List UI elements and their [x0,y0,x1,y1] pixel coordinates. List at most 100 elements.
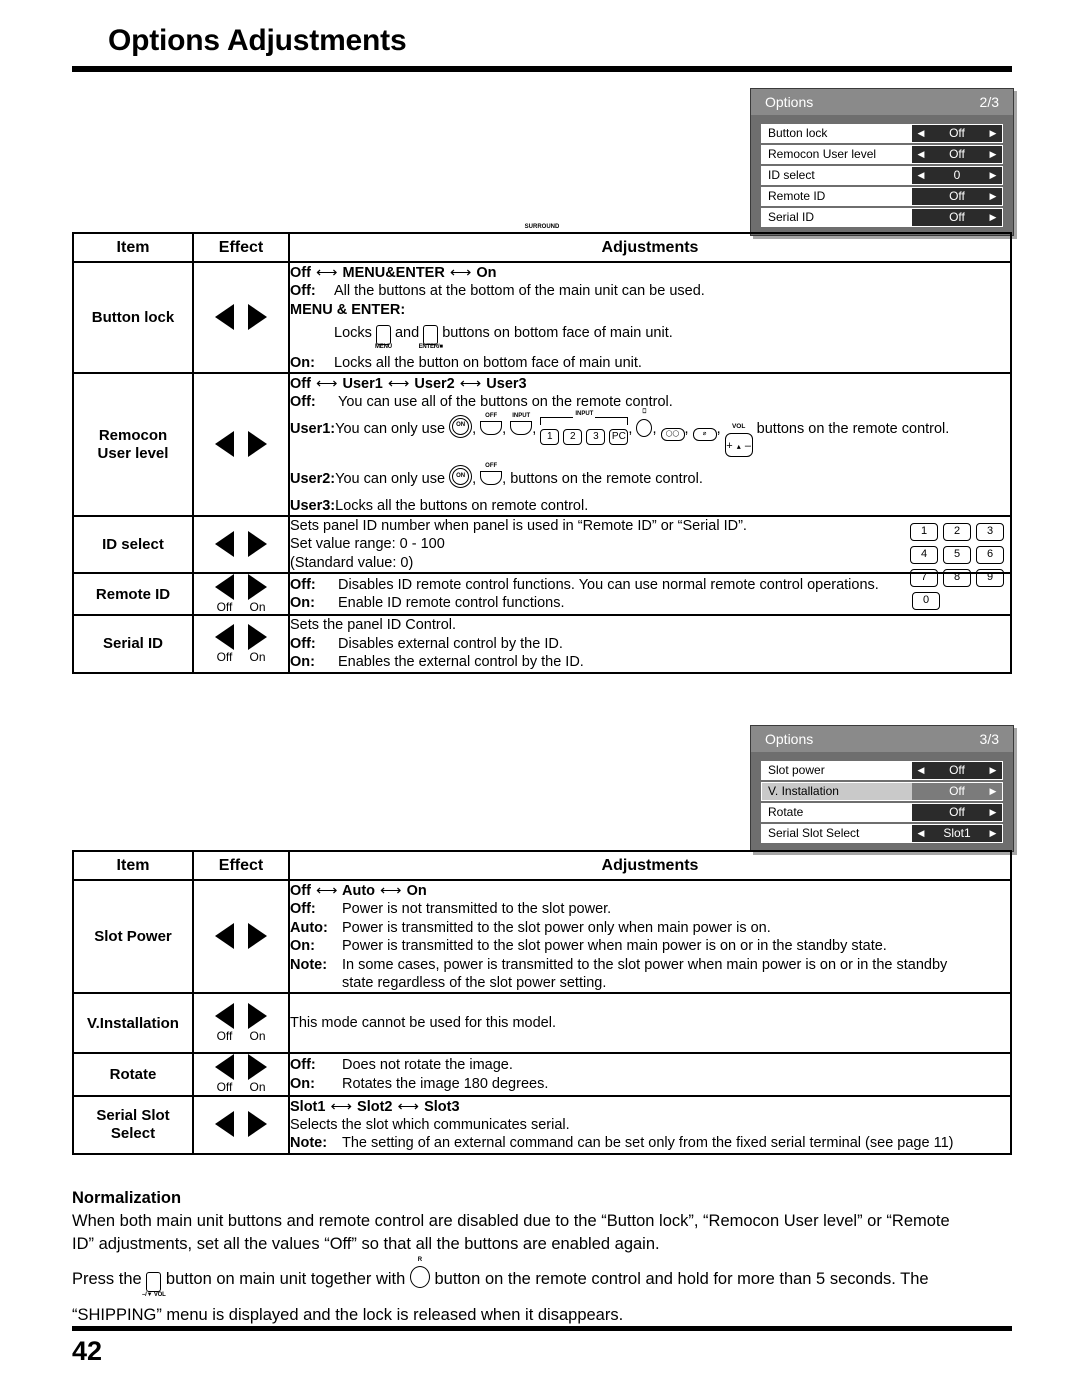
off-description: Off: Power is not transmitted to the slot… [290,900,1010,918]
mute-button-icon: ⌀ [692,427,717,441]
chain-value: On [406,883,427,899]
value-chain: Off ⟷ User1 ⟷ User2 ⟷ User3 [290,375,527,393]
osd-row-value-box[interactable]: Off ▶ [912,188,1002,205]
row-item-label: V.Installation [72,992,194,1055]
osd-row-label: Serial ID [762,209,912,226]
osd-row-value: Off [949,784,965,798]
osd-row-serial-slot-select[interactable]: Serial Slot Select ◀ Slot1 ▶ [761,824,1003,843]
osd-row-value-box[interactable]: Off ▶ [912,783,1002,800]
osd-row-rotate[interactable]: Rotate Off ▶ [761,803,1003,822]
power-on-label: ON [456,472,466,479]
table-row-v-installation: V.Installation Off On This mode cannot b… [72,992,1012,1055]
row-effect-cell [192,878,290,995]
auto-text: Power is transmitted to the slot power o… [342,919,771,936]
right-arrow-icon[interactable]: ▶ [989,787,997,796]
osd-body: Slot power ◀ Off ▶ V. Installation Off ▶… [751,752,1013,851]
row-effect-cell: Off On [192,1052,290,1097]
osd-row-value-box[interactable]: ◀ Off ▶ [912,762,1002,779]
osd-row-value-box[interactable]: ◀ Slot1 ▶ [912,825,1002,842]
off-text: You can use all of the buttons on the re… [338,394,673,411]
power-off-label: OFF [485,412,498,419]
osd-row-slot-power[interactable]: Slot power ◀ Off ▶ [761,761,1003,780]
right-arrow-icon[interactable]: ▶ [989,129,997,138]
osd-row-value-box[interactable]: Off ▶ [912,804,1002,821]
table-row-remote-id: Remote ID Off On Off: Disables ID remote … [72,572,1012,617]
off-description: Off: Does not rotate the image. [290,1056,1010,1074]
value-chain: Slot1 ⟷ Slot2 ⟷ Slot3 [290,1097,460,1115]
left-arrow-icon[interactable]: ◀ [917,171,925,180]
osd-row-value-box[interactable]: ◀ Off ▶ [912,125,1002,142]
locks-description: Locks MENU and ENTER/■ buttons on bottom… [334,324,1010,350]
table-row-id-select: ID select 123 456 789 0 Sets panel ID nu… [72,515,1012,611]
row-adjustments-cell: This mode cannot be used for this model. [288,992,1012,1055]
volume-minus: – [744,439,751,452]
osd-row-button-lock[interactable]: Button lock ◀ Off ▶ [761,124,1003,143]
osd-row-id-select[interactable]: ID select ◀ 0 ▶ [761,166,1003,185]
menu-button-caption: MENU [374,344,392,351]
keypad-key: 3 [976,523,1004,542]
on-label: On: [290,654,315,671]
effect-caption-left: Off [216,1029,233,1044]
aspect-label: ⎕ [642,408,647,415]
power-on-label: ON [456,422,466,429]
osd-row-value: Off [949,805,965,819]
left-arrow-icon[interactable]: ◀ [917,829,925,838]
table-header-row: Item Effect Adjustments [72,232,1012,263]
user1-label: User1: [290,420,336,437]
row-item-label: Serial Slot Select [72,1094,194,1155]
row-item-line2: Select [110,1124,156,1142]
right-arrow-icon[interactable]: ▶ [989,150,997,159]
right-arrow-icon[interactable]: ▶ [989,192,997,201]
osd-row-label: Slot power [762,762,912,779]
input-label: INPUT [512,412,531,419]
osd-row-remote-id[interactable]: Remote ID Off ▶ [761,187,1003,206]
normalization-section: Normalization When both main unit button… [72,1189,1017,1328]
osd-row-label: Rotate [762,804,912,821]
right-triangle-icon [248,1003,267,1030]
osd-row-remocon-user-level[interactable]: Remocon User level ◀ Off ▶ [761,145,1003,164]
vol-down-button-icon: –/▼ VOL [142,1271,166,1298]
power-off-button-icon: OFF [480,463,503,486]
on-text: Power is transmitted to the slot power w… [342,938,887,955]
header-adjustments: Adjustments [288,232,1012,263]
user3-label: User3: [290,497,336,514]
right-triangle-icon [248,1111,267,1138]
right-arrow-icon[interactable]: ▶ [989,171,997,180]
osd-row-value-box[interactable]: Off ▶ [912,209,1002,226]
row-item-label: Remocon User level [72,372,194,518]
osd-row-v-installation[interactable]: V. Installation Off ▶ [761,782,1003,801]
row-adjustments-cell: Off ⟷ User1 ⟷ User2 ⟷ User3 Off: You can … [288,224,1012,518]
osd-header: Options 2/3 [751,89,1013,115]
chain-value: User2 [414,376,455,393]
osd-row-serial-id[interactable]: Serial ID Off ▶ [761,208,1003,227]
table-row-remocon-user-level: Remocon User level Off ⟷ User1 ⟷ User2 ⟷… [72,224,1012,518]
table-row-serial-slot-select: Serial Slot Select Slot1 ⟷ Slot2 ⟷ Slot3… [72,1094,1012,1155]
normalization-heading: Normalization [72,1189,182,1207]
row-effect-cell [192,1094,290,1155]
osd-row-value-box[interactable]: ◀ 0 ▶ [912,167,1002,184]
page-title: Options Adjustments [108,24,407,57]
right-arrow-icon[interactable]: ▶ [989,829,997,838]
left-arrow-icon[interactable]: ◀ [917,150,925,159]
effect-caption-right: On [249,600,266,615]
right-arrow-icon[interactable]: ▶ [989,808,997,817]
osd-row-value-box[interactable]: ◀ Off ▶ [912,146,1002,163]
v-installation-text: This mode cannot be used for this model. [290,1015,556,1032]
off-label: Off: [290,635,316,652]
left-arrow-icon[interactable]: ◀ [917,766,925,775]
right-arrow-icon[interactable]: ▶ [989,766,997,775]
left-arrow-icon[interactable]: ◀ [917,129,925,138]
row-adjustments-cell: Off: Does not rotate the image. On: Rotate… [288,1052,1012,1097]
osd-panel-options-2of3: Options 2/3 Button lock ◀ Off ▶ Remocon … [750,88,1014,236]
keypad-key: 6 [976,546,1004,565]
osd-row-value: Off [949,210,965,224]
chain-value: Off [290,883,311,899]
on-label: On: [290,354,315,371]
table-row-button-lock: Button lock Off ⟷ MENU&ENTER ⟷ On Off: Al… [72,260,1012,375]
off-description: Off: You can use all of the buttons on th… [290,393,1010,411]
right-arrow-icon[interactable]: ▶ [989,213,997,222]
off-text: All the buttons at the bottom of the mai… [334,283,705,300]
row-item-label: Serial ID [72,614,194,674]
on-label: On: [290,595,315,612]
power-on-button-icon: ON [449,414,473,438]
